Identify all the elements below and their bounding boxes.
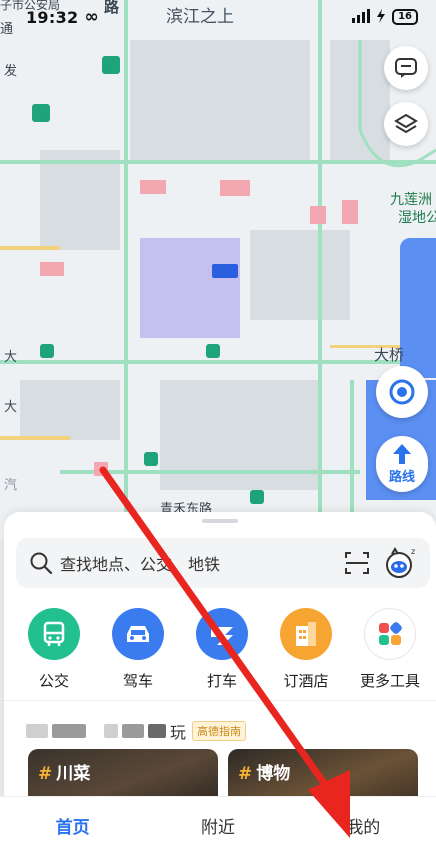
tool-hotel[interactable]: 订酒店 [266,608,346,691]
signal-icon [352,8,371,27]
car-icon [112,608,164,660]
guide-header[interactable]: 玩 高德指南 [26,719,247,743]
tool-drive-label: 驾车 [122,672,153,690]
route-button[interactable]: 路线 [376,436,428,492]
layers-button[interactable] [384,102,428,146]
more-tools-icon [364,608,416,660]
search-bar[interactable]: 查找地点、公交、地铁 z [16,538,430,588]
route-arrow-icon [393,444,411,464]
tool-bus[interactable]: 公交 [14,608,94,691]
tool-taxi[interactable]: 打车 [182,608,262,691]
layers-icon [394,113,418,134]
route-label: 路线 [388,470,415,485]
blurred-text [148,724,166,738]
scan-icon[interactable] [344,551,370,575]
hash-icon: # [38,764,53,784]
guide-badge: 高德指南 [192,721,247,741]
tab-nearby[interactable]: 附近 [145,797,290,853]
mascot-icon[interactable]: z [384,546,418,580]
message-icon [395,58,417,78]
hotel-icon [280,608,332,660]
svg-text:z: z [411,547,415,556]
guide-title: 玩 [170,723,187,742]
tab-bar: 首页 附近 我的 [0,796,436,853]
tool-bus-label: 公交 [38,672,69,690]
card-title: 川菜 [56,764,91,784]
card-title: 博物 [256,764,291,784]
blurred-text [52,724,86,738]
tool-more[interactable]: 更多工具 [350,608,430,691]
blurred-text [26,724,48,738]
tool-more-label: 更多工具 [359,672,420,690]
map-label-left-e: 汽 [4,478,18,493]
taxi-icon [196,608,248,660]
locate-icon [389,379,415,405]
map-view[interactable]: 滨江之上 路 子市公安局 通 发 九莲洲 湿地公 大桥 大 大 汽 青禾东路 [0,0,436,540]
tab-mine[interactable]: 我的 [291,797,436,853]
message-button[interactable] [384,46,428,90]
map-label-left-b: 发 [4,64,18,79]
status-time: 19:32 [26,7,79,27]
search-icon [30,552,52,574]
infinity-icon: ∞ [84,7,99,27]
divider [4,700,436,701]
quick-tools: 公交 驾车 打车 订酒店 更多工具 [14,608,430,691]
sheet-handle[interactable] [202,519,238,523]
tool-hotel-label: 订酒店 [283,672,329,690]
map-label-bridge: 大桥 [374,346,405,364]
tool-taxi-label: 打车 [206,672,237,690]
tab-home[interactable]: 首页 [0,797,145,853]
map-label-left-d: 大 [4,400,18,415]
tool-drive[interactable]: 驾车 [98,608,178,691]
hash-icon: # [238,764,253,784]
blurred-text [104,724,118,738]
map-label-left-c: 大 [4,350,18,365]
bus-icon [28,608,80,660]
map-label-wetland-2: 湿地公 [398,210,436,226]
battery-level: 16 [392,9,418,25]
search-input[interactable]: 查找地点、公交、地铁 [60,551,344,575]
locate-button[interactable] [376,366,428,418]
blurred-text [122,724,144,738]
charging-icon [376,8,386,27]
status-bar: 19:32 ∞ 16 [0,0,436,34]
